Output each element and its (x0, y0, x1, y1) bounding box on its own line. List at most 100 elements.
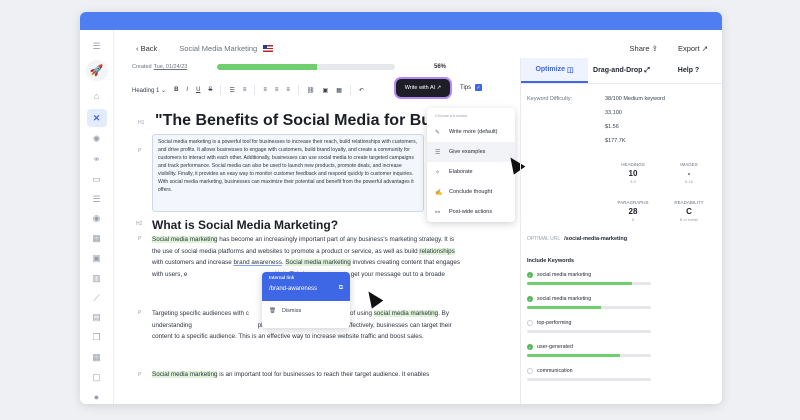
tab-optimize[interactable]: Optimize ◫ (521, 58, 588, 83)
url-value: /social-media-marketing (564, 236, 628, 242)
align-left-icon[interactable]: ≡ (263, 87, 267, 93)
section-heading[interactable]: What is Social Media Marketing? (152, 218, 338, 232)
keyword-row: top-performing (527, 320, 651, 326)
tips-checkbox[interactable]: ✓ (475, 84, 483, 91)
align-center-icon[interactable]: ≡ (275, 87, 279, 93)
url-label: OPTIMAL URL (527, 236, 561, 242)
difficulty-label: Keyword Difficulty: (527, 96, 573, 102)
tips-toggle[interactable]: Tips ✓ (460, 84, 483, 91)
tab-label: Optimize (535, 66, 565, 73)
chart-icon[interactable]: ▥ (90, 271, 104, 285)
left-sidebar: ☰ 🚀 ⌂ ✕ ✺ ⚭ ▭ ☰ ◉ ▦ ▣ ▥ ⟋ ▤ ❐ ▦ ▢ ● (80, 30, 114, 404)
keyword-item[interactable]: ✓ social media marketing (527, 272, 651, 285)
undo-icon[interactable]: ↶ (359, 87, 364, 94)
bullet-list-icon[interactable]: ☰ (229, 87, 234, 94)
keyword-item[interactable]: ✓ user-generated (527, 344, 651, 357)
menu-icon[interactable]: ☰ (90, 40, 104, 54)
us-flag-icon (263, 44, 274, 52)
keyword-progress (527, 282, 651, 285)
keyword-name: top-performing (537, 320, 572, 326)
tab-help[interactable]: Help ? (655, 58, 722, 83)
keyword-progress-fill (527, 282, 633, 285)
keyword-highlight: Social media marketing (152, 371, 218, 378)
menu-item-label: Write more (default) (449, 129, 498, 135)
check-icon: ✓ (527, 296, 533, 302)
empty-circle-icon (527, 368, 533, 374)
progress-fill (217, 64, 317, 70)
rocket-logo-icon[interactable]: 🚀 (85, 59, 108, 82)
pen-icon: ✎ (435, 129, 441, 136)
write-with-ai-button[interactable]: Write with AI ↗ (396, 79, 450, 97)
menu-item-conclude[interactable]: ✍ Conclude thought (427, 182, 515, 202)
tab-drag-and-drop[interactable]: Drag-and-Drop ⤢ (588, 58, 655, 83)
copy-icon[interactable]: ❐ (90, 331, 104, 345)
underline-button[interactable]: U (196, 87, 200, 93)
document-icon[interactable]: ▭ (90, 173, 104, 187)
keywords-title: Include Keywords (527, 258, 575, 264)
export-button[interactable]: Export ↗ (678, 44, 708, 53)
keyword-item[interactable]: ✓ social media marketing (527, 296, 651, 309)
p-tag: P (138, 236, 142, 242)
link-icon[interactable]: ⛓ (307, 87, 315, 94)
p-tag: P (138, 372, 142, 378)
sun-icon[interactable]: ✺ (90, 133, 104, 147)
brand-awareness-link[interactable]: brand awareness (234, 259, 282, 266)
strike-button[interactable]: S (208, 87, 212, 93)
keyword-name: social media marketing (537, 272, 592, 278)
home-icon[interactable]: ⌂ (90, 89, 104, 103)
h1-tag: H1 (138, 120, 145, 126)
trend-icon[interactable]: ⟋ (90, 291, 104, 305)
link-url[interactable]: /brand-awareness ⧉ (269, 285, 343, 292)
keyword-row: ✓ user-generated (527, 344, 651, 350)
grid-icon[interactable]: ▦ (90, 351, 104, 365)
keyword-progress (527, 378, 651, 381)
share-button[interactable]: Share ⇪ (630, 44, 658, 53)
tips-label: Tips (460, 84, 472, 91)
stat-paragraphs: PARAGRAPHS 28 6 (605, 200, 661, 222)
keyword-highlight: relationships (419, 247, 455, 255)
numbered-list-icon[interactable]: ≡ (243, 87, 247, 93)
intro-paragraph[interactable]: Social media marketing is a powerful too… (152, 134, 424, 212)
image-insert-icon[interactable]: ▣ (323, 87, 329, 94)
bold-button[interactable]: B (174, 87, 178, 93)
link-url-text: /brand-awareness (269, 285, 318, 292)
calendar-icon[interactable]: ▦ (90, 232, 104, 246)
trash-icon: 🗑 (269, 308, 276, 314)
link-info: Internal link /brand-awareness ⧉ (262, 272, 350, 301)
italic-button[interactable]: I (186, 87, 188, 93)
monitor-icon[interactable]: ▢ (90, 370, 104, 384)
user-icon[interactable]: ● (90, 390, 104, 404)
table-icon[interactable]: ▦ (336, 87, 342, 94)
menu-item-give-examples[interactable]: ☰ Give examples (427, 142, 515, 162)
doc-meta: Created Tue, 01/24/23 56% (132, 60, 446, 74)
sliders-icon[interactable]: ☰ (90, 192, 104, 206)
align-right-icon[interactable]: ≡ (286, 87, 290, 93)
created-date[interactable]: Tue, 01/24/23 (154, 64, 188, 70)
article-title[interactable]: "The Benefits of Social Media for Busin (155, 112, 454, 130)
dismiss-button[interactable]: 🗑 Dismiss (262, 301, 350, 321)
menu-item-elaborate[interactable]: ✧ Elaborate (427, 162, 515, 182)
stat-range: 6-16 (684, 179, 693, 184)
briefcase-icon[interactable]: ▤ (90, 311, 104, 325)
pin-icon[interactable]: ◉ (90, 212, 104, 226)
stat-range: B or better (679, 217, 699, 222)
window-top-bar (80, 12, 722, 30)
heading-select[interactable]: Heading 1 ⌄ (132, 87, 166, 94)
tools-icon[interactable]: ✕ (86, 109, 107, 127)
keyword-name: communication (537, 368, 573, 374)
menu-item-write-more[interactable]: ✎ Write more (default) (427, 122, 515, 142)
stat-images: IMAGES - 6-16 (661, 162, 717, 184)
external-link-icon[interactable]: ⧉ (339, 285, 343, 292)
keyword-item[interactable]: top-performing (527, 320, 651, 333)
keyword-row: communication (527, 368, 651, 374)
menu-item-post-wide[interactable]: ⚯ Post-wide actions (427, 202, 515, 222)
menu-item-label: Conclude thought (449, 189, 493, 195)
keyword-item[interactable]: communication (527, 368, 651, 381)
image-icon[interactable]: ▣ (90, 252, 104, 266)
back-button[interactable]: ‹ Back (136, 44, 157, 53)
stat-range: 6 (631, 217, 635, 222)
paragraph-3[interactable]: Social media marketing is an important t… (152, 369, 462, 381)
nodes-icon[interactable]: ⚭ (90, 153, 104, 167)
sparkle-icon: ✧ (435, 169, 441, 176)
internal-link-popup: Internal link /brand-awareness ⧉ 🗑 Dismiss (262, 272, 350, 328)
